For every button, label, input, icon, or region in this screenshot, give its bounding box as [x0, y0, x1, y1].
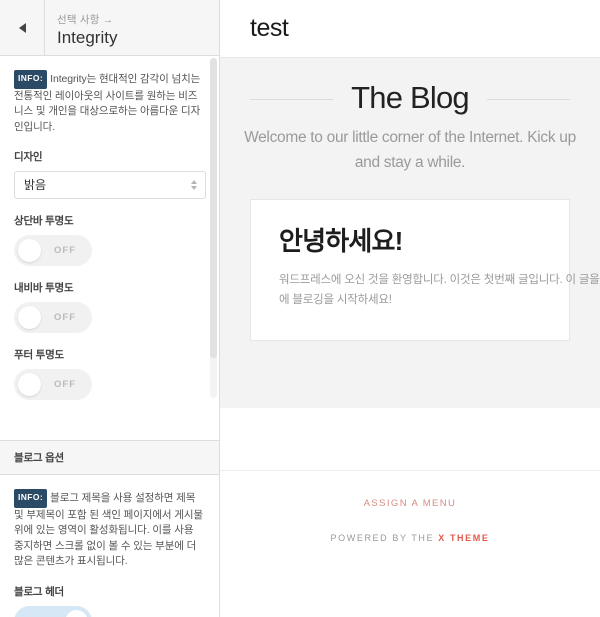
panel-header: 선택 사항 → Integrity: [0, 0, 219, 56]
blog-title: The Blog: [351, 80, 469, 115]
blog-info-text: INFO: 블로그 제목을 사용 설정하면 제목 및 부제목이 포함 된 색인 페…: [14, 489, 205, 570]
navbar-transparency-toggle[interactable]: OFF: [14, 302, 92, 333]
site-topbar: test: [220, 0, 600, 58]
post-excerpt-line-1: 워드프레스에 오신 것을 환영합니다. 이것은 첫번째 글입니다. 이 글을 고…: [279, 274, 600, 286]
design-info-text: INFO: Integrity는 현대적인 감각이 넘치는 전통적인 레이아웃의 …: [14, 70, 205, 135]
field-blog-header: 블로그 헤더 ON: [14, 584, 205, 617]
panel-scroll-area[interactable]: INFO: Integrity는 현대적인 감각이 넘치는 전통적인 레이아웃의 …: [0, 56, 219, 617]
blog-title-row: The Blog: [220, 80, 600, 116]
divider-line-left: [250, 98, 334, 100]
post-card: 안녕하세요! 워드프레스에 오신 것을 환영합니다. 이것은 첫번째 글입니다.…: [250, 199, 600, 341]
powered-by-prefix: POWERED BY THE: [330, 533, 439, 543]
field-design: 디자인 밝음: [14, 149, 206, 199]
toggle-knob: [65, 609, 88, 617]
footer-transparency-label: 푸터 투명도: [14, 349, 65, 361]
divider-line-right: [486, 98, 570, 100]
post-excerpt-line-2: 에 블로깅을 시작하세요!: [279, 294, 392, 306]
back-triangle-icon: [18, 22, 26, 33]
blog-header: The Blog Welcome to our little corner of…: [220, 58, 600, 175]
info-badge: INFO:: [14, 489, 48, 508]
post-excerpt: 워드프레스에 오신 것을 환영합니다. 이것은 첫번째 글입니다. 이 글을 고…: [279, 270, 600, 310]
panel-header-titles: 선택 사항 → Integrity: [45, 0, 117, 55]
topbar-transparency-toggle[interactable]: OFF: [14, 235, 92, 266]
footer-transparency-state: OFF: [54, 379, 76, 390]
navbar-transparency-state: OFF: [54, 312, 76, 323]
chevron-updown-icon: [191, 180, 197, 190]
field-navbar-transparency: 내비바 투명도 OFF: [14, 280, 205, 333]
info-badge: INFO:: [14, 70, 48, 89]
sidebar-scrollbar-thumb[interactable]: [210, 58, 217, 358]
field-topbar-transparency: 상단바 투명도 OFF: [14, 213, 205, 266]
blog-header-toggle[interactable]: ON: [14, 605, 92, 617]
section-blog-options: INFO: 블로그 제목을 사용 설정하면 제목 및 부제목이 포함 된 색인 페…: [0, 475, 219, 617]
x-theme-link[interactable]: X THEME: [438, 533, 489, 543]
section-design: INFO: Integrity는 현대적인 감각이 넘치는 전통적인 레이아웃의 …: [0, 56, 219, 424]
site-name[interactable]: test: [250, 14, 289, 43]
footer-transparency-toggle[interactable]: OFF: [14, 369, 92, 400]
customizer-window: 선택 사항 → Integrity INFO: Integrity는 현대적인 감…: [0, 0, 600, 617]
assign-menu-link[interactable]: ASSIGN A MENU: [364, 498, 457, 509]
field-footer-transparency: 푸터 투명도 OFF: [14, 347, 205, 400]
topbar-transparency-label: 상단바 투명도: [14, 215, 74, 227]
panel-breadcrumb: 선택 사항 →: [57, 14, 114, 26]
post-title[interactable]: 안녕하세요!: [279, 226, 541, 256]
blog-header-label: 블로그 헤더: [14, 585, 65, 598]
section-spacer: [0, 424, 219, 440]
toggle-knob: [18, 373, 41, 396]
blog-subtitle: Welcome to our little corner of the Inte…: [244, 129, 576, 171]
design-select-value: 밝음: [24, 178, 47, 192]
site-footer: ASSIGN A MENU POWERED BY THE X THEME: [220, 471, 600, 543]
customizer-sidebar: 선택 사항 → Integrity INFO: Integrity는 현대적인 감…: [0, 0, 220, 617]
topbar-transparency-state: OFF: [54, 245, 76, 256]
navbar-transparency-label: 내비바 투명도: [14, 282, 74, 294]
powered-by-text: POWERED BY THE X THEME: [220, 533, 600, 543]
toggle-knob: [18, 239, 41, 262]
section-header-blog-options[interactable]: 블로그 옵션: [0, 440, 219, 475]
back-button[interactable]: [0, 0, 45, 55]
site-content-gap: [220, 408, 600, 471]
panel-title: Integrity: [57, 28, 118, 47]
site-preview: test The Blog Welcome to our little corn…: [220, 0, 600, 617]
design-select[interactable]: 밝음: [14, 171, 206, 199]
site-body: The Blog Welcome to our little corner of…: [220, 58, 600, 408]
design-label: 디자인: [14, 151, 43, 163]
toggle-knob: [18, 306, 41, 329]
